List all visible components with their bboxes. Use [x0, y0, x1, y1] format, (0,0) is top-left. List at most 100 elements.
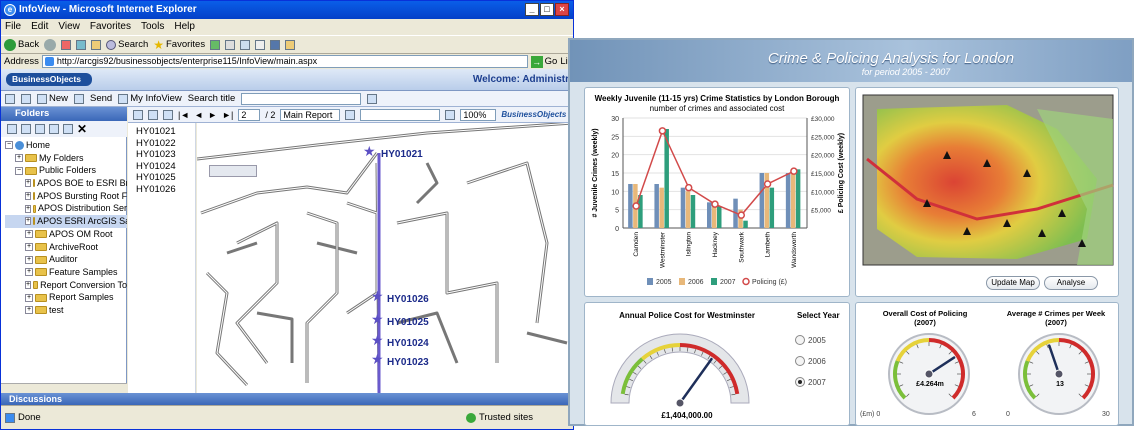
group-item[interactable]: HY01026 [136, 184, 195, 196]
y2-tick-label: £5,000 [811, 208, 831, 215]
tree-item[interactable]: + My Folders [5, 152, 127, 165]
gauge-hub [1054, 369, 1064, 379]
first-page-button[interactable]: |◄ [178, 110, 189, 120]
group-tree-icon[interactable] [163, 109, 173, 120]
group-item[interactable]: HY01022 [136, 138, 195, 150]
edit-button[interactable] [270, 39, 281, 50]
location-star-icon: ★ [371, 332, 384, 348]
tree-item[interactable]: + test [5, 304, 127, 317]
map-mini-toolbar[interactable] [209, 165, 257, 177]
y-tick-label: 0 [615, 226, 619, 233]
stop-button[interactable] [61, 39, 72, 50]
search-go-icon[interactable] [367, 93, 378, 104]
last-page-button[interactable]: ►| [222, 110, 233, 120]
history-button[interactable] [225, 39, 236, 50]
folder-tool-3-icon[interactable] [35, 124, 45, 134]
mail-button[interactable] [240, 39, 251, 50]
refresh-button[interactable] [76, 39, 87, 50]
search-input[interactable] [241, 92, 362, 105]
favorites-button[interactable]: ★ Favorites [153, 38, 205, 52]
discussions-bar[interactable]: Discussions [1, 393, 573, 405]
y-tick-label: 30 [611, 116, 619, 123]
media-button[interactable] [210, 39, 221, 50]
export-icon[interactable] [133, 109, 143, 120]
folder-icon [25, 154, 37, 163]
cost-gauge-year: (2007) [914, 318, 936, 327]
find-input[interactable] [360, 108, 441, 121]
address-input[interactable]: http://arcgis92/businessobjects/enterpri… [41, 55, 528, 68]
businessobjects-logo: BusinessObjects [6, 73, 92, 86]
tree-item[interactable]: + APOS Distribution Ser [5, 202, 127, 215]
bar [759, 173, 765, 228]
tree-item[interactable]: + Auditor [5, 253, 127, 266]
send-button[interactable]: Send [90, 93, 112, 104]
page-input[interactable]: 2 [238, 108, 261, 121]
year-radio-2005[interactable]: 2005 [795, 335, 826, 345]
print-button[interactable] [255, 39, 266, 50]
home-button[interactable] [91, 39, 102, 50]
refresh-report-icon[interactable] [345, 109, 356, 120]
year-radio-2006[interactable]: 2006 [795, 356, 826, 366]
tree-item[interactable]: + Report Conversion To [5, 279, 127, 292]
group-item[interactable]: HY01021 [136, 126, 195, 138]
header-panel-icon[interactable] [5, 93, 15, 104]
document-list-icon[interactable] [21, 93, 31, 104]
analyse-button[interactable]: Analyse [1044, 276, 1098, 290]
tree-item-home[interactable]: − Home [5, 139, 127, 152]
maximize-button[interactable]: □ [540, 3, 554, 16]
group-item[interactable]: HY01025 [136, 172, 195, 184]
tree-item[interactable]: + ArchiveRoot [5, 241, 127, 254]
forward-button[interactable] [44, 38, 57, 51]
legend-label: 2006 [688, 279, 704, 286]
menu-favorites[interactable]: Favorites [90, 21, 131, 33]
y2-tick-label: £30,000 [811, 116, 835, 123]
prev-page-button[interactable]: ◄ [194, 110, 203, 120]
tree-item[interactable]: + APOS OM Root [5, 228, 127, 241]
y-axis-label: # Juvenile Crimes (weekly) [592, 128, 599, 217]
view-select[interactable]: Main Report [280, 108, 341, 121]
tree-item[interactable]: + Report Samples [5, 291, 127, 304]
tree-item[interactable]: − Public Folders [5, 164, 127, 177]
legend-swatch [647, 278, 653, 285]
tree-item-selected[interactable]: + APOS ESRI ArcGIS Sa [5, 215, 127, 228]
folder-tool-4-icon[interactable] [49, 124, 59, 134]
menu-tools[interactable]: Tools [141, 21, 164, 33]
search-title-dropdown[interactable]: Search title [188, 93, 236, 104]
new-button[interactable]: New [37, 93, 68, 104]
heat-map[interactable] [857, 89, 1119, 269]
refresh-list-icon[interactable] [74, 93, 85, 104]
back-button[interactable]: Back [4, 38, 39, 51]
close-button[interactable]: × [555, 3, 569, 16]
tree-item[interactable]: + APOS Bursting Root F [5, 190, 127, 203]
zoom-select[interactable]: 100% [460, 108, 497, 121]
menu-help[interactable]: Help [174, 21, 195, 33]
search-button[interactable]: Search [106, 39, 148, 50]
horizontal-scrollbar[interactable] [1, 383, 127, 393]
go-button[interactable]: → Go [530, 55, 557, 68]
menu-view[interactable]: View [58, 21, 80, 33]
menu-file[interactable]: File [5, 21, 21, 33]
folder-tool-1-icon[interactable] [7, 124, 17, 134]
folder-button[interactable] [285, 39, 296, 50]
window-title-bar: e InfoView - Microsoft Internet Explorer… [1, 1, 573, 19]
print-icon[interactable] [148, 109, 158, 120]
next-page-button[interactable]: ► [208, 110, 217, 120]
tree-item[interactable]: + Feature Samples [5, 266, 127, 279]
folder-tool-2-icon[interactable] [21, 124, 31, 134]
page-count: / 2 [265, 109, 276, 120]
my-infoview-button[interactable]: My InfoView [118, 93, 182, 104]
menu-edit[interactable]: Edit [31, 21, 48, 33]
bar [685, 191, 691, 228]
year-radio-2007[interactable]: 2007 [795, 377, 826, 387]
group-item[interactable]: HY01023 [136, 149, 195, 161]
bar [795, 169, 801, 228]
group-item[interactable]: HY01024 [136, 161, 195, 173]
minimize-button[interactable]: _ [525, 3, 539, 16]
binoculars-icon[interactable] [445, 109, 456, 120]
y-tick-label: 5 [615, 208, 619, 215]
update-map-button[interactable]: Update Map [986, 276, 1040, 290]
tree-item[interactable]: + APOS BOE to ESRI Br [5, 177, 127, 190]
folder-tool-5-icon[interactable] [63, 124, 73, 134]
street-map[interactable]: ★ HY01021 ★ HY01026 ★ HY01025 ★ HY01024 … [197, 123, 573, 393]
delete-icon[interactable]: ✕ [77, 122, 87, 136]
